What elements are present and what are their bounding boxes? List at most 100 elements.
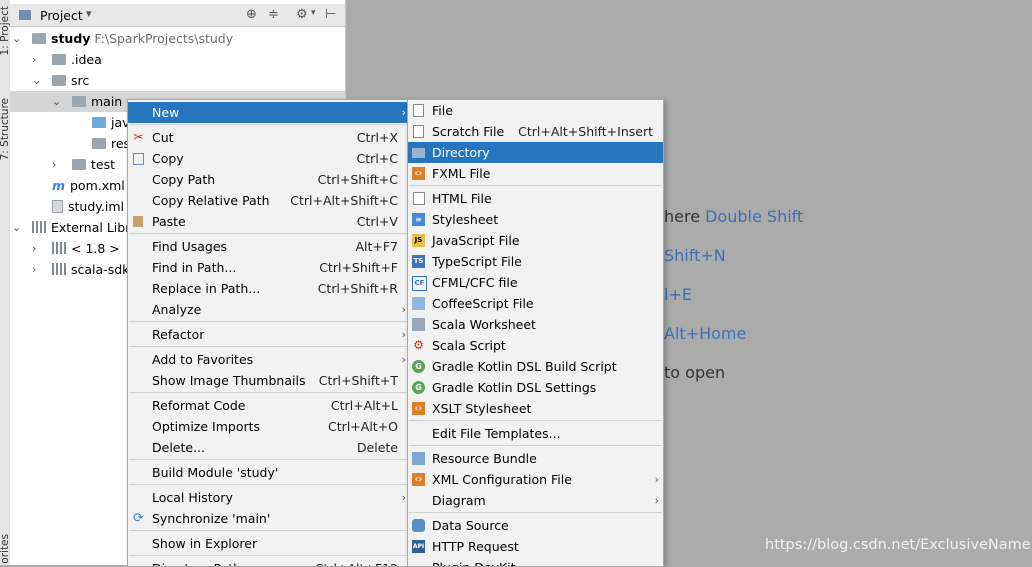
menu-item-find-usages[interactable]: Find Usages Alt+F7 [128,236,408,257]
menu-item-delete[interactable]: Delete... Delete [128,437,408,458]
submenu-item-cfml-file[interactable]: CF CFML/CFC file [408,272,663,293]
xslt-file-icon: ‹› [412,402,425,415]
gear-icon[interactable]: ⚙ [296,7,308,22]
submenu-item-gradle-kotlin-settings[interactable]: G Gradle Kotlin DSL Settings [408,377,663,398]
tree-row-iml[interactable]: study.iml [52,196,124,217]
menu-item-copy-path[interactable]: Copy Path Ctrl+Shift+C [128,169,408,190]
submenu-item-javascript-file[interactable]: JS JavaScript File [408,230,663,251]
chevron-down-icon[interactable]: ⌄ [12,28,22,49]
menu-item-refactor[interactable]: Refactor › [128,324,408,345]
submenu-item-stylesheet[interactable]: ≡ Stylesheet [408,209,663,230]
tree-row-test[interactable]: › test [52,154,115,175]
copy-icon [133,153,144,165]
chevron-right-icon[interactable]: › [52,154,62,175]
project-panel-title: Project [40,8,83,23]
tree-row-study[interactable]: ⌄ study F:\SparkProjects\study [12,28,233,49]
locate-icon[interactable]: ⊕ [246,7,257,22]
submenu-item-typescript-file[interactable]: TS TypeScript File [408,251,663,272]
menu-item-paste[interactable]: Paste Ctrl+V [128,211,408,232]
menu-item-find-in-path[interactable]: Find in Path... Ctrl+Shift+F [128,257,408,278]
submenu-item-data-source[interactable]: Data Source [408,515,663,536]
menu-item-analyze[interactable]: Analyze › [128,299,408,320]
chevron-right-icon[interactable]: › [32,49,42,70]
chevron-right-icon[interactable]: › [32,259,42,280]
tree-label: .idea [71,52,102,67]
submenu-item-diagram[interactable]: Diagram › [408,490,663,511]
submenu-item-file[interactable]: File [408,100,663,121]
menu-item-local-history[interactable]: Local History › [128,487,408,508]
gear-dropdown-icon[interactable]: ▾ [311,8,316,18]
menu-item-reformat-code[interactable]: Reformat Code Ctrl+Alt+L [128,395,408,416]
submenu-item-html-file[interactable]: HTML File [408,188,663,209]
submenu-item-xml-configuration-file[interactable]: ‹› XML Configuration File › [408,469,663,490]
tree-row-main[interactable]: ⌄ main [52,91,122,112]
submenu-item-xslt-stylesheet[interactable]: ‹› XSLT Stylesheet [408,398,663,419]
tree-row-idea[interactable]: › .idea [32,49,102,70]
menu-separator [409,512,662,513]
submenu-item-directory[interactable]: Directory [408,142,663,163]
menu-separator [409,420,662,421]
project-view-icon [19,10,31,20]
submenu-item-http-request[interactable]: API HTTP Request [408,536,663,557]
collapse-all-icon[interactable]: ≑ [268,7,279,22]
menu-item-synchronize[interactable]: ⟳ Synchronize 'main' [128,508,408,529]
hint-recent-files: l+E [664,285,692,304]
tree-label: pom.xml [70,178,125,193]
menu-item-add-to-favorites[interactable]: Add to Favorites › [128,349,408,370]
folder-icon [412,148,425,158]
tree-label: < 1.8 > [71,241,120,256]
chevron-down-icon[interactable]: ⌄ [52,91,62,112]
menu-separator [129,459,407,460]
typescript-file-icon: TS [412,255,425,268]
file-icon [413,104,424,117]
submenu-item-coffeescript-file[interactable]: CoffeeScript File [408,293,663,314]
chevron-down-icon[interactable]: ⌄ [32,70,42,91]
chevron-down-icon[interactable]: ⌄ [12,217,22,238]
submenu-item-fxml-file[interactable]: ‹› FXML File [408,163,663,184]
folder-icon [72,159,86,170]
submenu-item-scratch-file[interactable]: Scratch File Ctrl+Alt+Shift+Insert [408,121,663,142]
menu-item-build-module[interactable]: Build Module 'study' [128,462,408,483]
tree-label: main [91,94,123,109]
tree-row-jdk[interactable]: › < 1.8 > [32,238,120,259]
submenu-item-gradle-kotlin-build-script[interactable]: G Gradle Kotlin DSL Build Script [408,356,663,377]
tree-row-pom[interactable]: m pom.xml [52,175,125,196]
menu-separator [129,530,407,531]
hint-search-everywhere: here Double Shift [664,207,804,226]
synchronize-icon: ⟳ [133,511,144,526]
chevron-down-icon[interactable]: ▾ [86,7,92,20]
library-icon [32,221,46,233]
resource-bundle-icon [412,452,425,465]
cfml-file-icon: CF [412,276,427,291]
submenu-item-edit-file-templates[interactable]: Edit File Templates... [408,423,663,444]
css-file-icon: ≡ [412,213,425,226]
tree-label: scala-sdk [71,262,130,277]
tree-label: study [51,31,91,46]
menu-separator [129,484,407,485]
menu-item-optimize-imports[interactable]: Optimize Imports Ctrl+Alt+O [128,416,408,437]
chevron-right-icon: › [401,353,406,366]
submenu-item-scala-worksheet[interactable]: Scala Worksheet [408,314,663,335]
html-file-icon [413,192,425,205]
menu-item-copy[interactable]: Copy Ctrl+C [128,148,408,169]
chevron-right-icon[interactable]: › [32,238,42,259]
scissors-icon: ✂ [133,130,144,144]
menu-item-show-image-thumbnails[interactable]: Show Image Thumbnails Ctrl+Shift+T [128,370,408,391]
paste-icon [133,216,143,227]
watermark: https://blog.csdn.net/ExclusiveName [765,537,1031,553]
tree-row-src[interactable]: ⌄ src [32,70,89,91]
menu-item-show-in-explorer[interactable]: Show in Explorer [128,533,408,554]
scratch-file-icon [413,125,424,138]
menu-separator [409,185,662,186]
new-submenu: File Scratch File Ctrl+Alt+Shift+Insert D… [407,99,664,567]
submenu-item-resource-bundle[interactable]: Resource Bundle [408,448,663,469]
menu-item-new[interactable]: New › [128,102,408,123]
menu-item-replace-in-path[interactable]: Replace in Path... Ctrl+Shift+R [128,278,408,299]
tree-row-scala-sdk[interactable]: › scala-sdk [32,259,129,280]
scala-script-icon: ⚙ [413,338,424,352]
tree-label: src [71,73,90,88]
menu-item-copy-relative-path[interactable]: Copy Relative Path Ctrl+Alt+Shift+C [128,190,408,211]
submenu-item-scala-script[interactable]: ⚙ Scala Script [408,335,663,356]
hide-panel-icon[interactable]: ⊢ [325,7,336,22]
menu-item-cut[interactable]: ✂ Cut Ctrl+X [128,127,408,148]
